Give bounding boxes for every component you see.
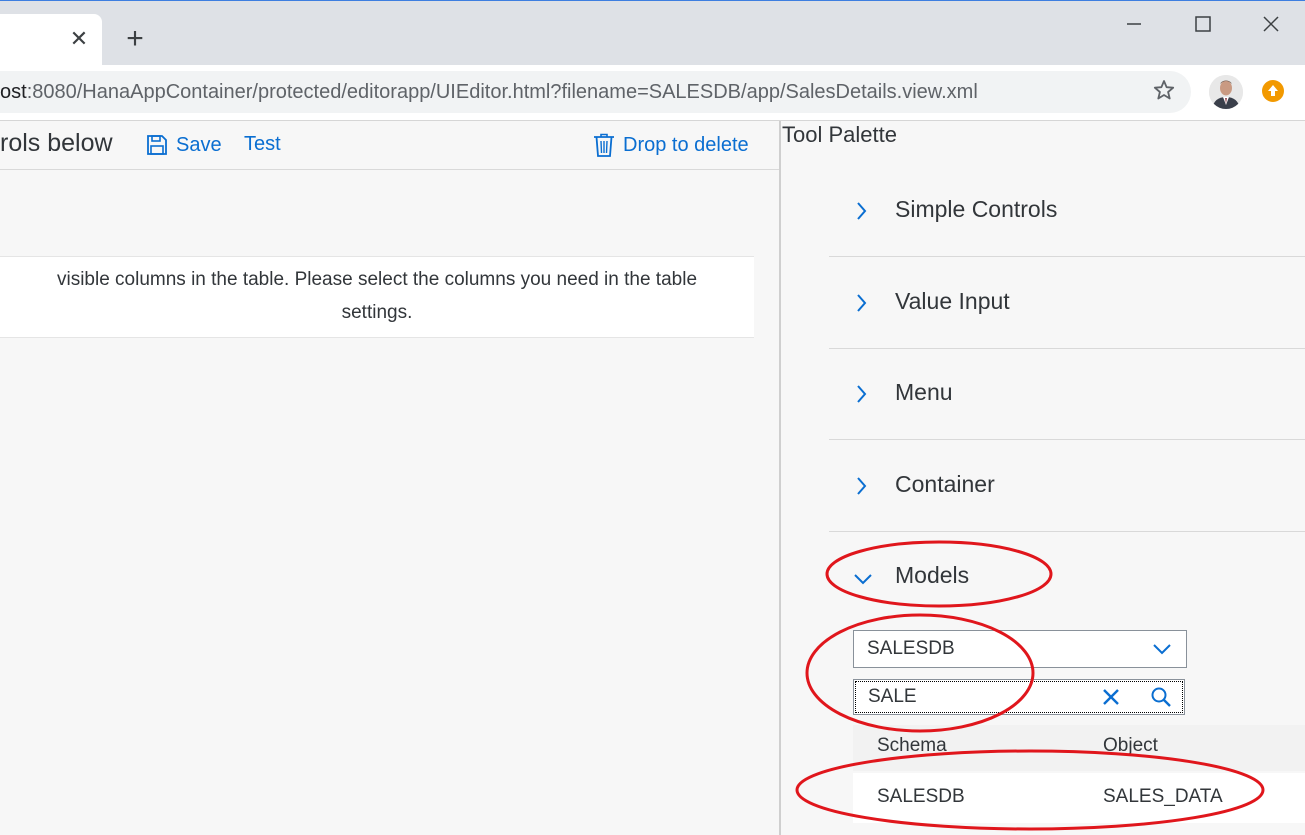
trash-icon: [594, 133, 614, 157]
palette-section-value-input[interactable]: Value Input: [829, 258, 1305, 349]
address-bar-row: ost:8080/HanaAppContainer/protected/edit…: [0, 65, 1305, 121]
browser-update-icon[interactable]: [1262, 80, 1284, 102]
address-bar[interactable]: ost:8080/HanaAppContainer/protected/edit…: [0, 71, 1191, 113]
arrow-up-icon: [1268, 85, 1278, 96]
schema-select-value: SALESDB: [867, 638, 955, 659]
toolbar-title: rols below: [0, 129, 113, 157]
save-button[interactable]: Save: [146, 131, 222, 159]
section-label: Models: [895, 562, 970, 588]
section-label: Value Input: [895, 288, 1010, 314]
object-search-field[interactable]: [853, 679, 1185, 715]
tool-palette: Tool Palette Simple Controls Value Input…: [781, 121, 1305, 835]
close-window-icon[interactable]: [1256, 9, 1286, 39]
chevron-down-icon[interactable]: [1152, 642, 1172, 656]
editor-canvas: rols below Save Test Drop to delete visi…: [0, 121, 779, 835]
schema-select[interactable]: SALESDB: [853, 630, 1187, 668]
save-label: Save: [176, 133, 222, 156]
cell-schema: SALESDB: [877, 786, 965, 807]
table-row[interactable]: SALESDB SALES_DATA: [853, 773, 1305, 823]
chevron-down-icon: [854, 574, 872, 585]
browser-tab-strip: ✕ +: [0, 1, 1305, 65]
column-header-schema[interactable]: Schema: [877, 735, 947, 757]
palette-section-menu[interactable]: Menu: [829, 349, 1305, 440]
close-tab-icon[interactable]: ✕: [66, 26, 92, 52]
drop-to-delete-label: Drop to delete: [623, 133, 749, 156]
url-host-fragment: ost: [0, 81, 27, 103]
section-label: Container: [895, 471, 995, 497]
no-columns-message: visible columns in the table. Please sel…: [0, 256, 754, 338]
profile-avatar[interactable]: [1209, 75, 1243, 109]
chevron-right-icon: [857, 477, 867, 495]
no-columns-message-line1: visible columns in the table. Please sel…: [56, 269, 698, 290]
floppy-disk-icon: [147, 135, 167, 155]
tool-palette-title: Tool Palette: [782, 122, 897, 147]
url-text[interactable]: ost:8080/HanaAppContainer/protected/edit…: [0, 81, 978, 104]
cell-object: SALES_DATA: [1103, 786, 1223, 807]
chevron-right-icon: [857, 385, 867, 403]
new-tab-button[interactable]: +: [120, 24, 150, 55]
maximize-icon[interactable]: [1188, 9, 1218, 39]
section-label: Menu: [895, 379, 953, 405]
test-button[interactable]: Test: [244, 133, 281, 156]
chevron-right-icon: [857, 202, 867, 220]
search-icon[interactable]: [1150, 686, 1172, 708]
minimize-icon[interactable]: [1119, 9, 1149, 39]
column-header-object[interactable]: Object: [1103, 735, 1158, 757]
drop-to-delete-target[interactable]: Drop to delete: [593, 131, 749, 159]
results-table-header: Schema Object: [853, 725, 1305, 771]
chevron-right-icon: [857, 294, 867, 312]
object-search-input[interactable]: [868, 684, 1088, 710]
bookmark-star-icon[interactable]: [1152, 78, 1176, 102]
avatar-portrait-icon: [1209, 75, 1243, 109]
editor-toolbar: rols below Save Test Drop to delete: [0, 121, 779, 170]
section-label: Simple Controls: [895, 196, 1058, 222]
browser-tab[interactable]: ✕: [0, 14, 102, 65]
palette-section-simple-controls[interactable]: Simple Controls: [829, 166, 1305, 257]
palette-section-models[interactable]: Models: [829, 541, 1305, 611]
no-columns-message-line2: settings.: [341, 302, 413, 323]
clear-icon[interactable]: [1101, 687, 1121, 707]
palette-section-container[interactable]: Container: [829, 441, 1305, 532]
url-path: :8080/HanaAppContainer/protected/editora…: [26, 81, 978, 103]
